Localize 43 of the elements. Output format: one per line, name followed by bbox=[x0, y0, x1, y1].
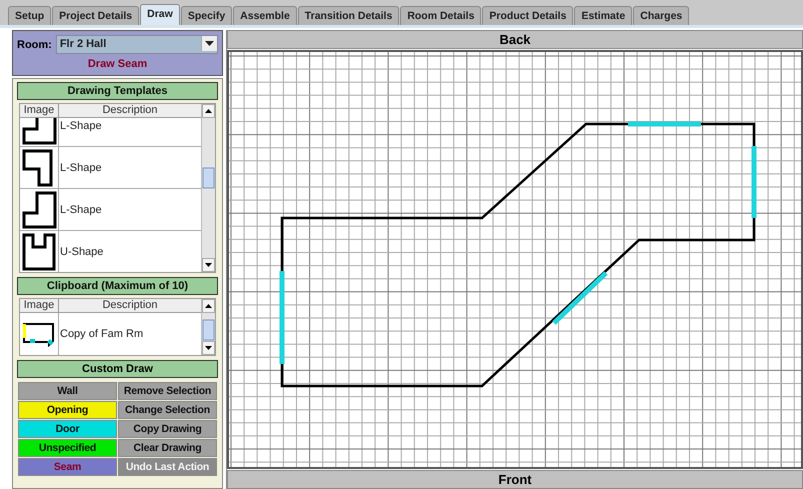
tab[interactable]: Charges bbox=[633, 6, 690, 25]
tab[interactable]: Assemble bbox=[233, 6, 297, 25]
room-thumbnail-icon bbox=[21, 321, 57, 347]
tab[interactable]: Specify bbox=[180, 6, 232, 25]
floor-plan-drawing[interactable] bbox=[280, 122, 756, 388]
column-header: Image bbox=[20, 299, 59, 312]
tab[interactable]: Setup bbox=[8, 6, 52, 25]
draw-type-button[interactable]: Unspecified bbox=[18, 439, 117, 457]
action-button[interactable]: Change Selection bbox=[118, 401, 217, 419]
section-header: Drawing Templates bbox=[17, 82, 218, 100]
tab[interactable]: Draw bbox=[140, 4, 180, 25]
room-label: Room: bbox=[17, 38, 52, 50]
drawing-grid[interactable] bbox=[229, 52, 801, 467]
tab[interactable]: Estimate bbox=[574, 6, 632, 25]
tab[interactable]: Room Details bbox=[400, 6, 482, 25]
shape-thumbnail-icon bbox=[20, 188, 58, 230]
section-header: Custom Draw bbox=[17, 360, 218, 378]
scrollbar-drawing[interactable] bbox=[201, 104, 215, 272]
template-description: Copy of Fam Rm bbox=[59, 328, 144, 340]
draw-type-button[interactable]: Door bbox=[18, 420, 117, 438]
tab[interactable]: Project Details bbox=[52, 6, 140, 25]
column-header: Description bbox=[101, 104, 159, 117]
draw-mode-label: Draw Seam bbox=[86, 58, 148, 71]
front-label: Front bbox=[227, 470, 803, 489]
dropdown-caret-icon bbox=[201, 36, 217, 51]
template-description: U-Shape bbox=[59, 246, 104, 258]
column-header: Description bbox=[101, 299, 159, 312]
draw-type-button[interactable]: Opening bbox=[18, 401, 117, 419]
template-description: L-Shape bbox=[59, 120, 102, 132]
action-button[interactable]: Remove Selection bbox=[118, 382, 217, 400]
tab[interactable]: Product Details bbox=[482, 6, 574, 25]
column-header: Image bbox=[20, 104, 59, 117]
section-header: Clipboard (Maximum of 10) bbox=[17, 277, 218, 295]
back-label: Back bbox=[227, 30, 803, 49]
tab[interactable]: Transition Details bbox=[298, 6, 400, 25]
template-description: L-Shape bbox=[59, 162, 102, 174]
scrollbar-drawing[interactable] bbox=[201, 299, 215, 355]
action-button[interactable]: Copy Drawing bbox=[118, 420, 217, 438]
draw-type-button[interactable]: Wall bbox=[18, 382, 117, 400]
template-description: L-Shape bbox=[59, 204, 102, 216]
room-dropdown[interactable]: Flr 2 Hall bbox=[56, 35, 218, 54]
action-button[interactable]: Clear Drawing bbox=[118, 439, 217, 457]
shape-thumbnail-icon bbox=[20, 230, 58, 272]
